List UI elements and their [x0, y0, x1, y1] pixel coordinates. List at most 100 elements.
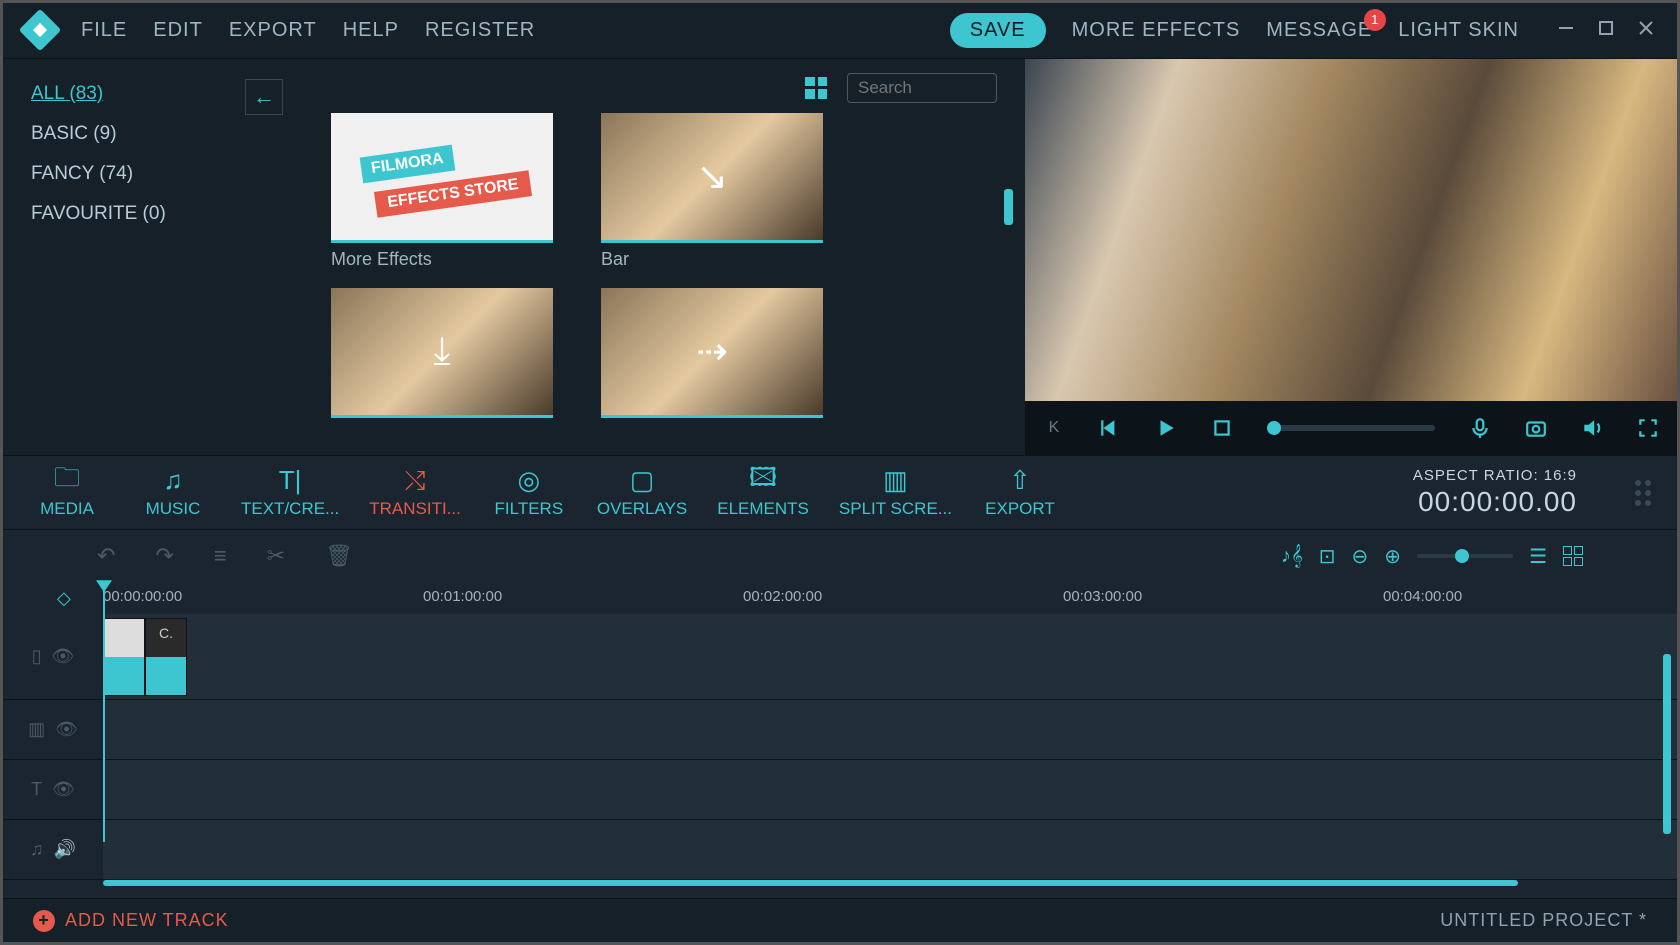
play-icon[interactable]: [1155, 417, 1177, 439]
tab-transition[interactable]: ⤭TRANSITI...: [369, 467, 461, 519]
tab-label: EXPORT: [985, 499, 1055, 519]
zoom-out-icon[interactable]: ⊖: [1352, 544, 1369, 569]
sidebar-item-basic[interactable]: BASIC (9): [31, 119, 275, 149]
thumb-item[interactable]: ⇢: [601, 288, 823, 418]
app-logo: [19, 9, 61, 51]
window-maximize-icon[interactable]: [1597, 19, 1615, 42]
stop-icon[interactable]: [1211, 417, 1233, 439]
tab-splitscreen[interactable]: ▥ SPLIT SCRE...: [839, 467, 952, 519]
tab-label: SPLIT SCRE...: [839, 499, 952, 519]
undo-icon[interactable]: ↶: [97, 543, 115, 569]
audio-wave-icon[interactable]: ♪𝄞: [1281, 545, 1303, 568]
music-icon: ♫: [163, 467, 183, 495]
menu-export[interactable]: EXPORT: [229, 19, 317, 42]
marker-icon[interactable]: ⊡: [1319, 544, 1336, 569]
timeline-hscrollbar[interactable]: [103, 880, 1518, 886]
sidebar-item-fancy[interactable]: FANCY (74): [31, 159, 275, 189]
menu-light-skin[interactable]: LIGHT SKIN: [1398, 19, 1519, 42]
tab-media[interactable]: 🗀MEDIA: [29, 467, 105, 519]
transition-icon: ⤭: [405, 467, 426, 495]
tab-label: OVERLAYS: [597, 499, 687, 519]
thumb-more-effects[interactable]: FILMORA EFFECTS STORE More Effects: [331, 113, 553, 270]
thumb-image: FILMORA EFFECTS STORE: [331, 113, 553, 243]
add-new-track-button[interactable]: + ADD NEW TRACK: [33, 910, 229, 932]
playhead-handle-icon[interactable]: ◇: [57, 588, 71, 609]
tab-filters[interactable]: ◎FILTERS: [491, 467, 567, 519]
eye-icon[interactable]: 👁: [52, 646, 75, 667]
preview-video: [1025, 59, 1677, 401]
volume-icon[interactable]: [1581, 417, 1603, 439]
window-minimize-icon[interactable]: [1557, 19, 1575, 42]
delete-icon[interactable]: 🗑: [325, 543, 353, 569]
audio-track-icon: ♫: [30, 839, 44, 860]
track-header[interactable]: ▯ 👁: [3, 614, 103, 699]
project-name: UNTITLED PROJECT *: [1440, 910, 1647, 931]
tab-music[interactable]: ♫ MUSIC: [135, 467, 211, 519]
tab-elements[interactable]: 🖾ELEMENTS: [717, 467, 809, 519]
mic-icon[interactable]: [1469, 417, 1491, 439]
sidebar-item-favourite[interactable]: FAVOURITE (0): [31, 199, 275, 229]
window-close-icon[interactable]: [1637, 19, 1655, 42]
speaker-icon[interactable]: 🔊: [54, 839, 76, 860]
save-button[interactable]: SAVE: [950, 13, 1046, 48]
menu-edit[interactable]: EDIT: [153, 19, 203, 42]
menu-bar: FILE EDIT EXPORT HELP REGISTER SAVE MORE…: [3, 3, 1677, 59]
browser-scrollbar[interactable]: [1004, 189, 1013, 225]
thumb-title: More Effects: [331, 249, 553, 270]
thumb-bar[interactable]: ↘ Bar: [601, 113, 823, 270]
eye-icon[interactable]: 👁: [55, 719, 78, 740]
eye-icon[interactable]: 👁: [52, 779, 75, 800]
drag-handle-icon[interactable]: [1635, 480, 1651, 506]
timeline-ruler[interactable]: ◇ 00:00:00:00 00:01:00:00 00:02:00:00 00…: [3, 582, 1677, 614]
cut-icon[interactable]: ✂: [267, 543, 285, 569]
text-track[interactable]: T 👁: [3, 760, 1677, 820]
ruler-mark: 00:01:00:00: [423, 588, 502, 605]
zoom-in-icon[interactable]: ⊕: [1384, 544, 1401, 569]
fullscreen-icon[interactable]: [1637, 417, 1659, 439]
overlay-track[interactable]: ▥ 👁: [3, 700, 1677, 760]
redo-icon[interactable]: ↷: [155, 543, 173, 569]
track-header[interactable]: T 👁: [3, 760, 103, 819]
clip-segment[interactable]: C.: [145, 618, 187, 696]
timeline-clip[interactable]: C.: [103, 618, 187, 696]
track-header[interactable]: ♫ 🔊: [3, 820, 103, 879]
playhead[interactable]: [103, 582, 105, 842]
effects-browser: 🔍 FILMORA EFFECTS STORE More Effects ↘ B…: [303, 59, 1025, 455]
overlay-track-icon: ▥: [28, 719, 45, 740]
audio-track[interactable]: ♫ 🔊: [3, 820, 1677, 880]
tab-label: MUSIC: [146, 499, 201, 519]
menu-message-label: MESSAGE: [1266, 19, 1372, 41]
tab-overlays[interactable]: ▢OVERLAYS: [597, 467, 687, 519]
snapshot-icon[interactable]: [1525, 417, 1547, 439]
sidebar-item-all[interactable]: ALL (83): [31, 79, 275, 109]
video-track[interactable]: ▯ 👁 C.: [3, 614, 1677, 700]
edit-list-icon[interactable]: ≡: [214, 543, 227, 569]
tab-label: MEDIA: [40, 499, 94, 519]
tab-export[interactable]: ⇧EXPORT: [982, 467, 1058, 519]
tab-text[interactable]: T|TEXT/CRE...: [241, 467, 339, 519]
menu-message[interactable]: MESSAGE 1: [1266, 19, 1372, 42]
ruler-mark: 00:03:00:00: [1063, 588, 1142, 605]
list-icon[interactable]: ☰: [1529, 544, 1547, 569]
step-back-icon[interactable]: [1099, 417, 1121, 439]
transition-down-icon: ⤓: [331, 288, 553, 415]
timeline-vscrollbar[interactable]: [1663, 654, 1671, 834]
prev-frame-icon[interactable]: K: [1043, 417, 1065, 439]
menu-file[interactable]: FILE: [81, 19, 127, 42]
clip-segment[interactable]: [103, 618, 145, 696]
track-header[interactable]: ▥ 👁: [3, 700, 103, 759]
grid-view-icon[interactable]: [805, 77, 827, 99]
preview-progress[interactable]: [1267, 425, 1435, 431]
sidebar-back-button[interactable]: ←: [245, 79, 283, 115]
menu-register[interactable]: REGISTER: [425, 19, 535, 42]
menu-more-effects[interactable]: MORE EFFECTS: [1072, 19, 1241, 42]
zoom-slider[interactable]: [1417, 554, 1513, 558]
splitscreen-icon: ▥: [883, 467, 908, 495]
search-box[interactable]: 🔍: [847, 73, 997, 103]
aspect-ratio-label: ASPECT RATIO: 16:9: [1413, 467, 1577, 484]
ruler-mark: 00:00:00:00: [103, 588, 182, 605]
grid-icon[interactable]: [1563, 546, 1583, 566]
menu-help[interactable]: HELP: [343, 19, 399, 42]
text-icon: T|: [279, 467, 302, 495]
thumb-item[interactable]: ⤓: [331, 288, 553, 418]
